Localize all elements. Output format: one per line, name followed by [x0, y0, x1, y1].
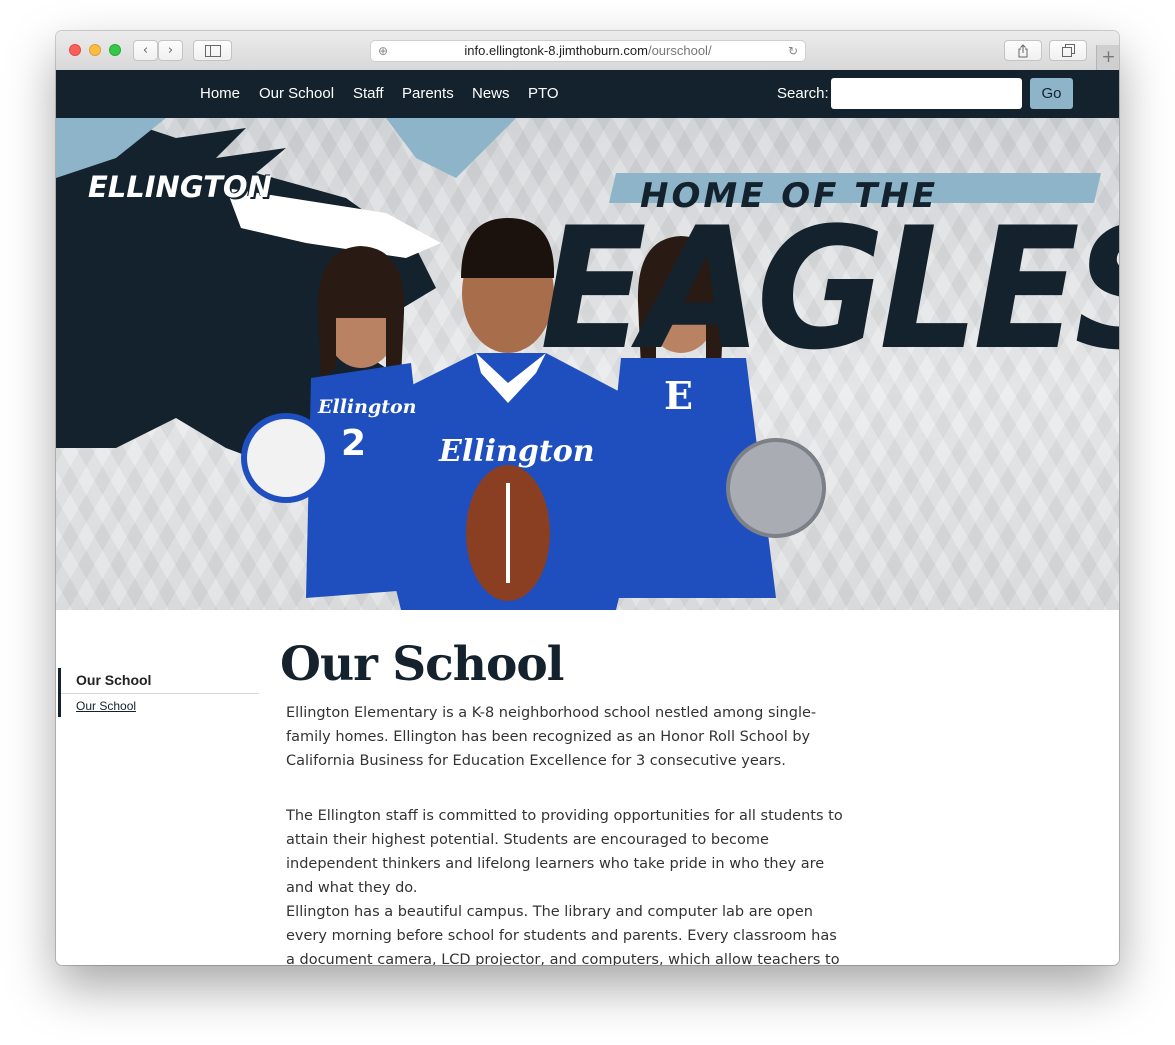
- page-title: Our School: [280, 637, 565, 692]
- nav-our-school[interactable]: Our School: [259, 85, 334, 102]
- search-input[interactable]: [831, 78, 1022, 109]
- hero-tagline-main: EAGLES: [540, 191, 1119, 387]
- forward-button[interactable]: ›: [158, 40, 183, 61]
- content-paragraph: The Ellington staff is committed to prov…: [286, 808, 843, 896]
- forward-icon: ›: [167, 43, 174, 58]
- eagle-feather-graphic: [386, 118, 516, 178]
- url-host: info.ellingtonk-8.jimthoburn.com: [464, 43, 648, 58]
- sidebar-toggle-button[interactable]: [193, 40, 232, 61]
- nav-home[interactable]: Home: [200, 85, 240, 102]
- close-window-button[interactable]: [69, 44, 81, 56]
- browser-toolbar: ‹ › ⊕ info.ellingtonk-8.jimthoburn.com/o…: [56, 31, 1119, 71]
- content-paragraph: Ellington Elementary is a K-8 neighborho…: [286, 705, 817, 769]
- share-button[interactable]: [1004, 40, 1042, 61]
- tabs-icon: [1061, 44, 1075, 57]
- jersey-center-text: Ellington: [439, 434, 595, 469]
- address-bar[interactable]: ⊕ info.ellingtonk-8.jimthoburn.com/oursc…: [370, 40, 806, 62]
- jersey-left-text: Ellington: [318, 396, 417, 418]
- content-paragraph: Ellington has a beautiful campus. The li…: [286, 904, 840, 965]
- site-info-icon[interactable]: ⊕: [376, 44, 390, 58]
- back-button[interactable]: ‹: [133, 40, 158, 61]
- sidebar-nav: Our School Our School: [58, 668, 259, 717]
- nav-staff[interactable]: Staff: [353, 85, 384, 102]
- nav-parents[interactable]: Parents: [402, 85, 454, 102]
- search-label: Search:: [777, 85, 829, 102]
- new-tab-button[interactable]: +: [1096, 45, 1119, 70]
- back-icon: ‹: [142, 43, 149, 58]
- share-icon: [1018, 44, 1028, 58]
- browser-window: ‹ › ⊕ info.ellingtonk-8.jimthoburn.com/o…: [56, 31, 1119, 965]
- jersey-right-letter: E: [664, 373, 693, 418]
- tabs-overview-button[interactable]: [1049, 40, 1087, 61]
- minimize-window-button[interactable]: [89, 44, 101, 56]
- reload-icon[interactable]: ↻: [786, 44, 800, 58]
- nav-news[interactable]: News: [472, 85, 510, 102]
- jersey-number-text: 2: [341, 423, 367, 464]
- url-path: /ourschool/: [647, 43, 712, 58]
- hero-banner: ELLINGTON K-8 SCHOOL HOME OF THE EAGLES …: [56, 118, 1119, 610]
- zoom-window-button[interactable]: [109, 44, 121, 56]
- nav-pto[interactable]: PTO: [528, 85, 559, 102]
- school-logo[interactable]: ELLINGTON: [88, 170, 272, 204]
- site-navbar: Home Our School Staff Parents News PTO S…: [56, 70, 1119, 118]
- sidebar-title: Our School: [61, 668, 259, 694]
- sidebar-icon: [204, 45, 221, 57]
- go-button[interactable]: Go: [1030, 78, 1073, 109]
- school-logo-subtitle: K-8 SCHOOL: [120, 204, 238, 215]
- plus-icon: +: [1101, 47, 1116, 67]
- sidebar-link-our-school[interactable]: Our School: [61, 694, 259, 717]
